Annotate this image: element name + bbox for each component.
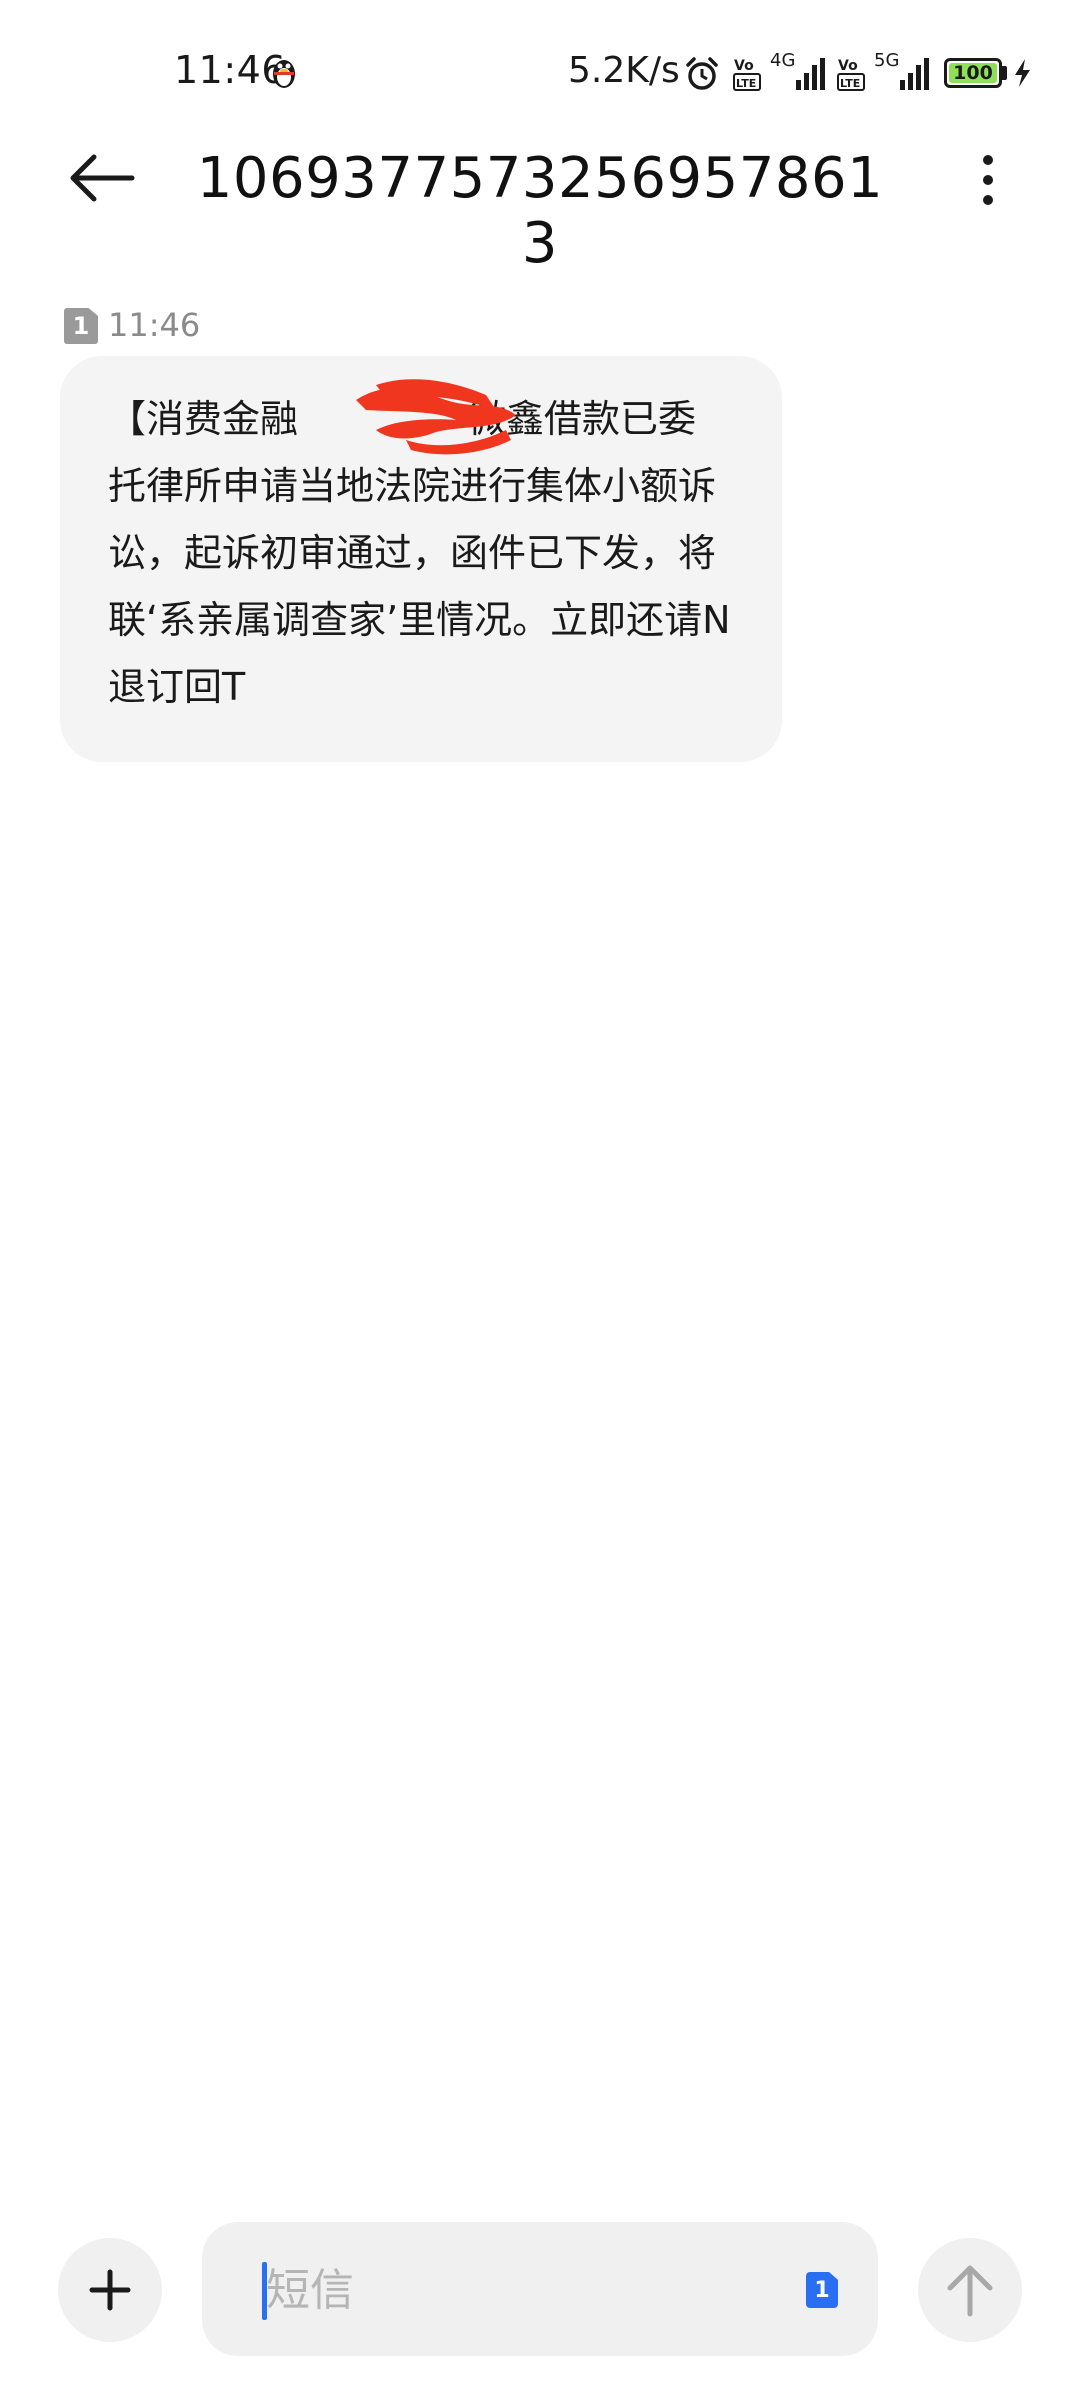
battery-icon: 100 bbox=[944, 58, 1002, 88]
charging-icon bbox=[1015, 59, 1030, 87]
alarm-icon bbox=[686, 57, 718, 90]
arrow-up-icon bbox=[947, 2265, 993, 2317]
svg-text:Vo: Vo bbox=[838, 58, 858, 74]
message-input-placeholder: 短信 bbox=[266, 2265, 354, 2316]
conversation-header: 1069377573256957861​3 bbox=[0, 130, 1080, 276]
svg-text:LTE: LTE bbox=[840, 77, 860, 90]
sim-select-icon[interactable]: 1 bbox=[806, 2272, 838, 2308]
qq-penguin-icon bbox=[273, 60, 295, 88]
network-speed: 5.2K/s bbox=[568, 50, 680, 91]
volte-icon: Vo LTE bbox=[733, 58, 761, 91]
volte-icon: Vo LTE bbox=[837, 58, 865, 91]
send-button[interactable] bbox=[918, 2238, 1022, 2342]
message-text-start: 【消费金融 bbox=[108, 397, 299, 441]
message-input[interactable]: 短信 1 bbox=[202, 2222, 878, 2356]
battery-nub bbox=[1002, 66, 1007, 80]
message-time: 11:46 bbox=[108, 306, 201, 344]
message-bubble[interactable]: 【消费金融 微鑫借款已委托律所申请当地法院进行集体小额诉讼，起诉初审通过，函件已下… bbox=[60, 356, 782, 762]
add-attachment-button[interactable] bbox=[58, 2238, 162, 2342]
signal-icon bbox=[796, 58, 825, 90]
svg-text:Vo: Vo bbox=[734, 58, 754, 74]
signal-icon bbox=[900, 58, 929, 90]
svg-text:LTE: LTE bbox=[736, 77, 756, 90]
redaction-scribble bbox=[356, 379, 516, 455]
status-bar: 11:46 5.2K/s Vo LTE 4G Vo LTE 5G 100 bbox=[0, 0, 1080, 150]
conversation-title: 1069377573256957861​3 bbox=[196, 146, 884, 276]
back-arrow-icon[interactable] bbox=[62, 148, 142, 208]
battery-level: 100 bbox=[953, 62, 993, 84]
sim-card-icon: 1 bbox=[64, 308, 98, 344]
more-vertical-icon[interactable] bbox=[968, 150, 1008, 210]
plus-icon bbox=[89, 2269, 131, 2311]
